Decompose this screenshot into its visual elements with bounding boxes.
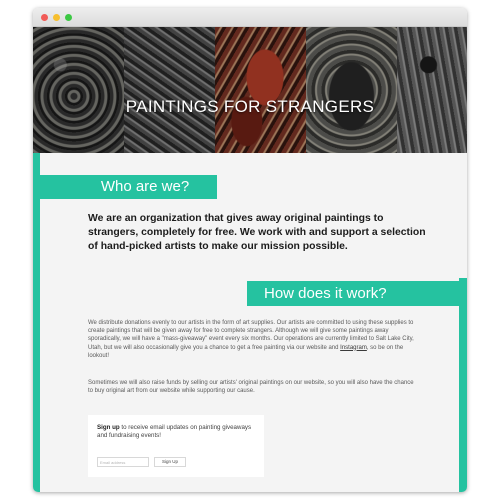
maximize-window-button[interactable]: [65, 14, 72, 21]
hero-overlay: [33, 27, 467, 153]
mission-statement: We are an organization that gives away o…: [88, 213, 426, 252]
instagram-link[interactable]: Instagram: [340, 345, 367, 351]
signup-bold-label: Sign up: [97, 424, 120, 431]
minimize-window-button[interactable]: [53, 14, 60, 21]
sign-up-button[interactable]: Sign Up: [154, 457, 186, 467]
how-it-works-paragraph: We distribute donations evenly to our ar…: [88, 319, 418, 360]
browser-window: PAINTINGS FOR STRANGERS Who are we? We a…: [33, 8, 467, 492]
fundraising-paragraph: Sometimes we will also raise funds by se…: [88, 380, 414, 395]
accent-rail-right: [459, 278, 467, 492]
main-content: Who are we? We are an organization that …: [33, 153, 467, 492]
who-are-we-heading: Who are we?: [33, 175, 217, 199]
how-does-it-work-heading: How does it work?: [247, 281, 467, 306]
signup-text: to receive email updates on painting giv…: [97, 424, 252, 440]
site-title: PAINTINGS FOR STRANGERS: [125, 97, 375, 116]
email-input[interactable]: [97, 457, 149, 467]
signup-description: Sign up to receive email updates on pain…: [97, 424, 257, 441]
close-window-button[interactable]: [41, 14, 48, 21]
hero-banner: PAINTINGS FOR STRANGERS: [33, 27, 467, 153]
accent-rail-left: [33, 153, 40, 492]
signup-box: Sign up to receive email updates on pain…: [88, 415, 264, 477]
window-titlebar: [33, 8, 467, 27]
